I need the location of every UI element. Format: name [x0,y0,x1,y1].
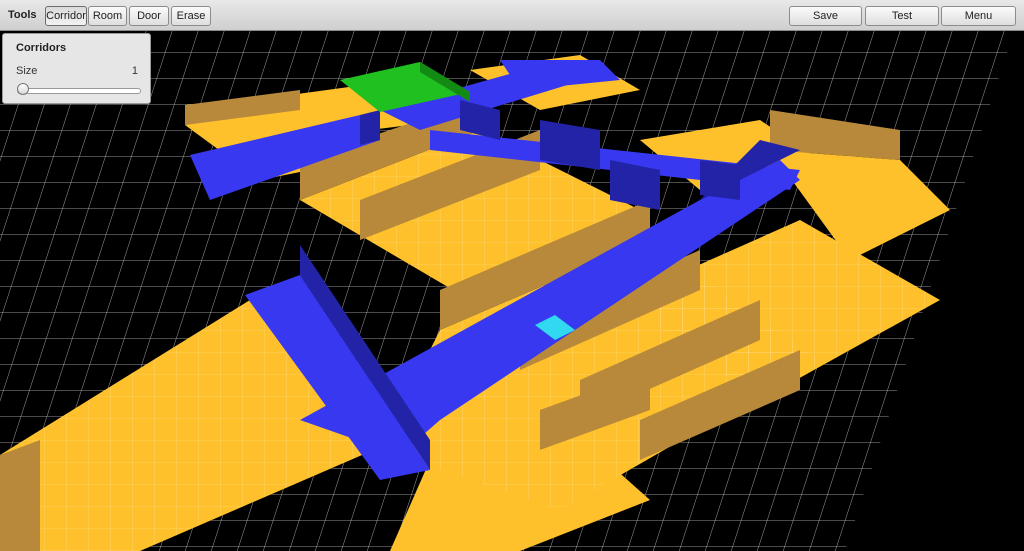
size-label: Size [16,65,38,77]
test-button[interactable]: Test [865,6,939,26]
corridors-panel: Corridors Size 1 [2,33,151,104]
tools-label: Tools [8,9,37,21]
corridor-tool-button[interactable]: Corridor [45,6,87,26]
door-tool-button[interactable]: Door [129,6,169,26]
size-value: 1 [131,65,138,77]
size-slider-track[interactable] [17,88,141,94]
save-button[interactable]: Save [789,6,862,26]
menu-button[interactable]: Menu [941,6,1016,26]
toolbar: Tools Corridor Room Door Erase Save Test… [0,0,1024,31]
size-slider-thumb[interactable] [17,83,29,95]
erase-tool-button[interactable]: Erase [171,6,211,26]
room-tool-button[interactable]: Room [88,6,127,26]
panel-title: Corridors [16,42,67,54]
level-viewport[interactable] [0,0,1024,551]
